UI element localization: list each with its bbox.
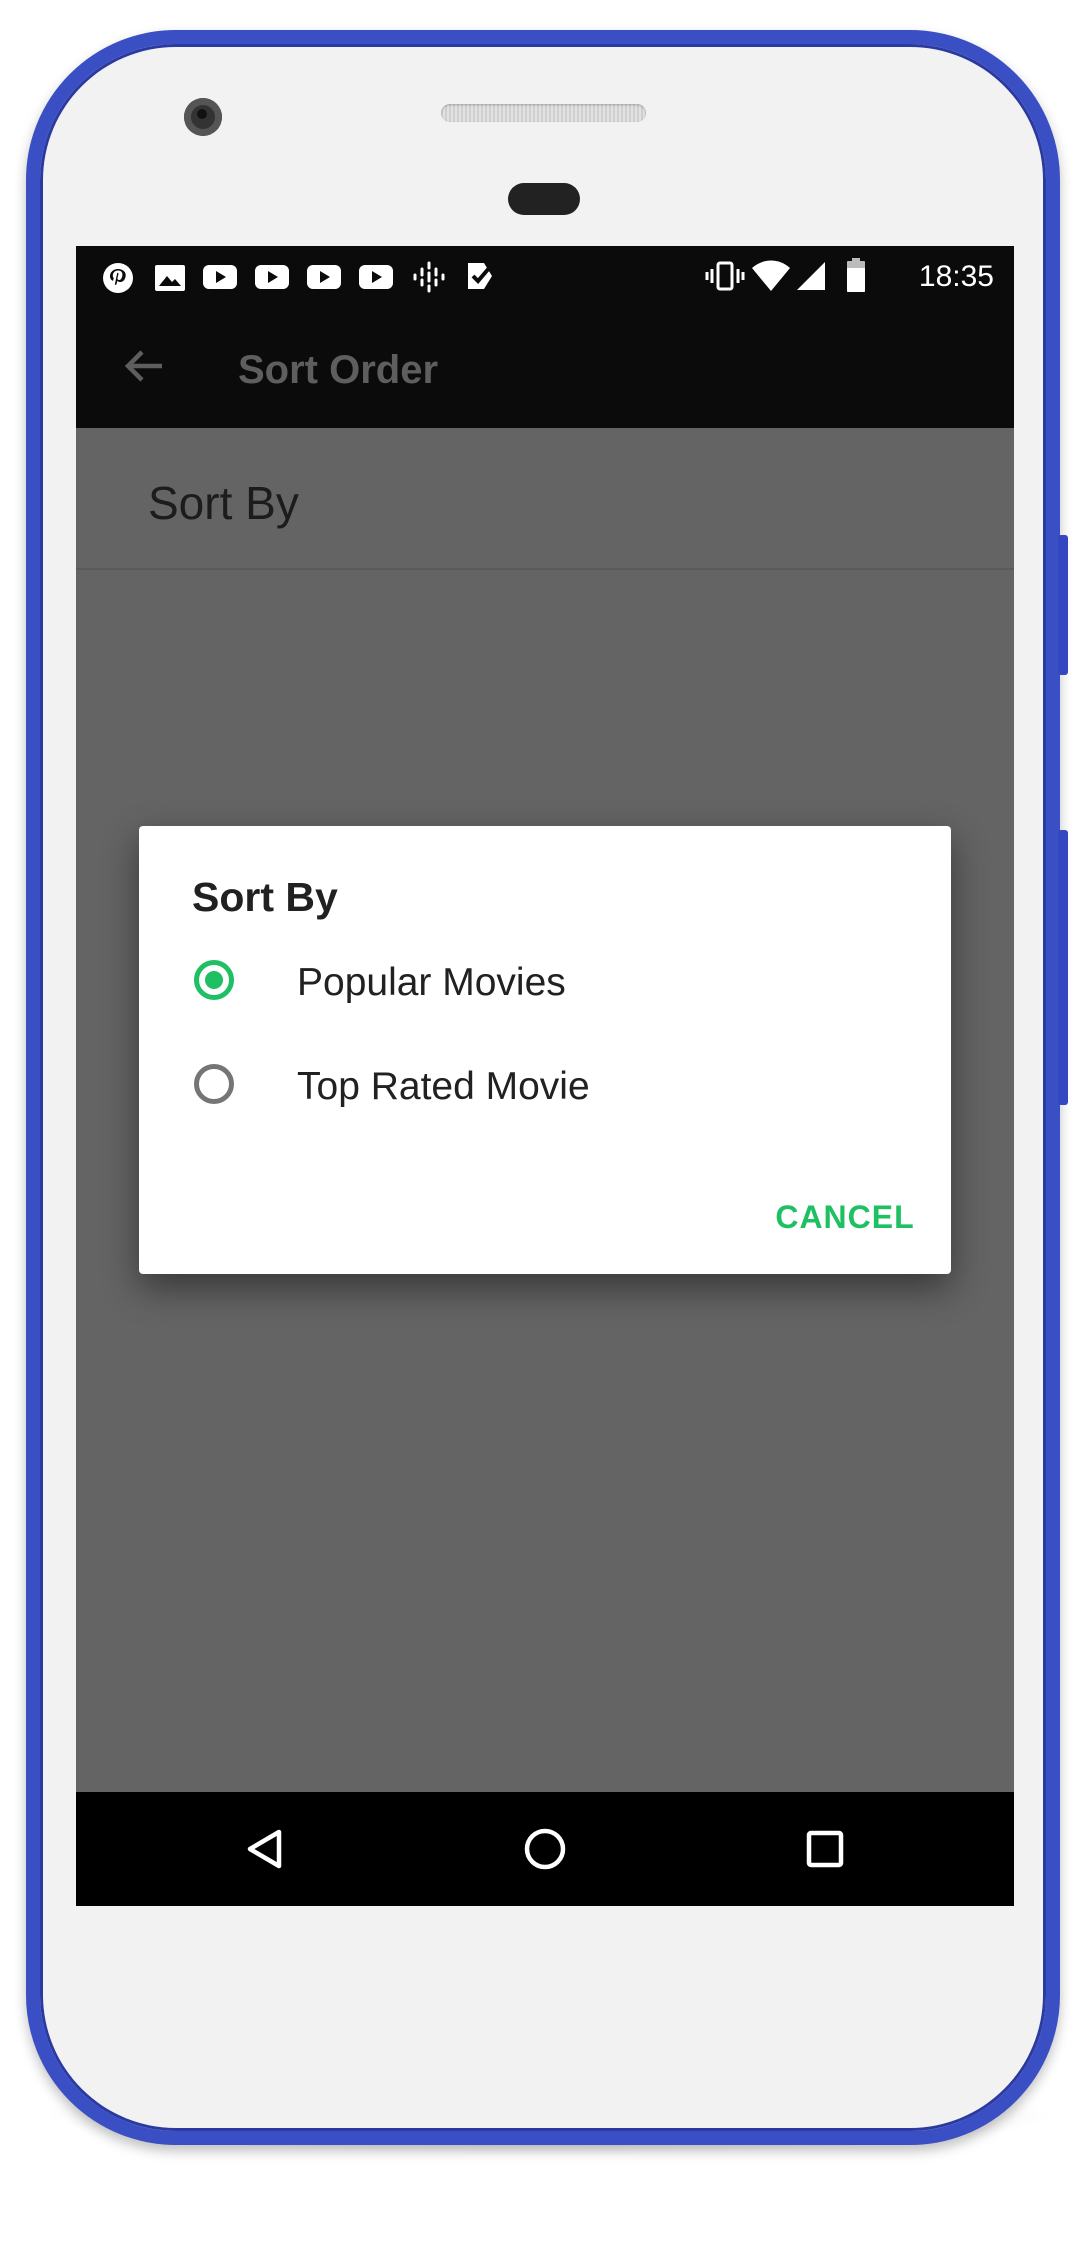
- gallery-icon: [155, 265, 185, 291]
- arrow-back-icon[interactable]: [122, 344, 166, 388]
- status-bar: 18:35: [76, 246, 1014, 304]
- page-title: Sort Order: [238, 348, 439, 392]
- recents-icon[interactable]: [792, 1816, 858, 1882]
- battery-icon: [846, 258, 866, 292]
- dialog-title: Sort By: [192, 874, 338, 920]
- app-bar: Sort Order: [76, 304, 1014, 428]
- youtube-icon: [307, 265, 341, 289]
- radio-button-checked[interactable]: [194, 960, 234, 1000]
- preference-title: Sort By: [148, 477, 299, 529]
- navigation-bar: [76, 1792, 1014, 1906]
- youtube-icon: [255, 265, 289, 289]
- radio-option-popular-movies[interactable]: Popular Movies: [139, 936, 951, 1032]
- radio-label: Popular Movies: [297, 961, 566, 1004]
- vibrate-icon: [705, 260, 745, 292]
- radio-label: Top Rated Movie: [297, 1065, 590, 1108]
- volume-button: [1058, 830, 1068, 1105]
- radio-option-top-rated-movie[interactable]: Top Rated Movie: [139, 1040, 951, 1136]
- podcast-icon: [412, 260, 446, 294]
- sort-by-dialog: Sort By Popular Movies Top Rated Movie C…: [139, 826, 951, 1274]
- youtube-icon: [203, 265, 237, 289]
- proximity-sensor: [508, 183, 580, 215]
- status-time: 18:35: [918, 260, 994, 293]
- wifi-icon: [751, 260, 791, 292]
- pinterest-icon: [102, 262, 134, 294]
- cancel-button[interactable]: CANCEL: [759, 1182, 931, 1252]
- signal-icon: [796, 261, 826, 291]
- speaker-grille: [441, 104, 646, 122]
- back-icon[interactable]: [232, 1816, 298, 1882]
- front-camera: [184, 98, 222, 136]
- youtube-icon: [359, 265, 393, 289]
- radio-button-unchecked[interactable]: [194, 1064, 234, 1104]
- power-button: [1058, 535, 1068, 675]
- screen: 18:35 Sort Order Sort By Sort By Popular…: [76, 246, 1014, 1906]
- task-icon: [464, 260, 496, 292]
- home-icon[interactable]: [512, 1816, 578, 1882]
- sort-by-preference[interactable]: Sort By: [76, 428, 1014, 568]
- divider: [76, 568, 1014, 570]
